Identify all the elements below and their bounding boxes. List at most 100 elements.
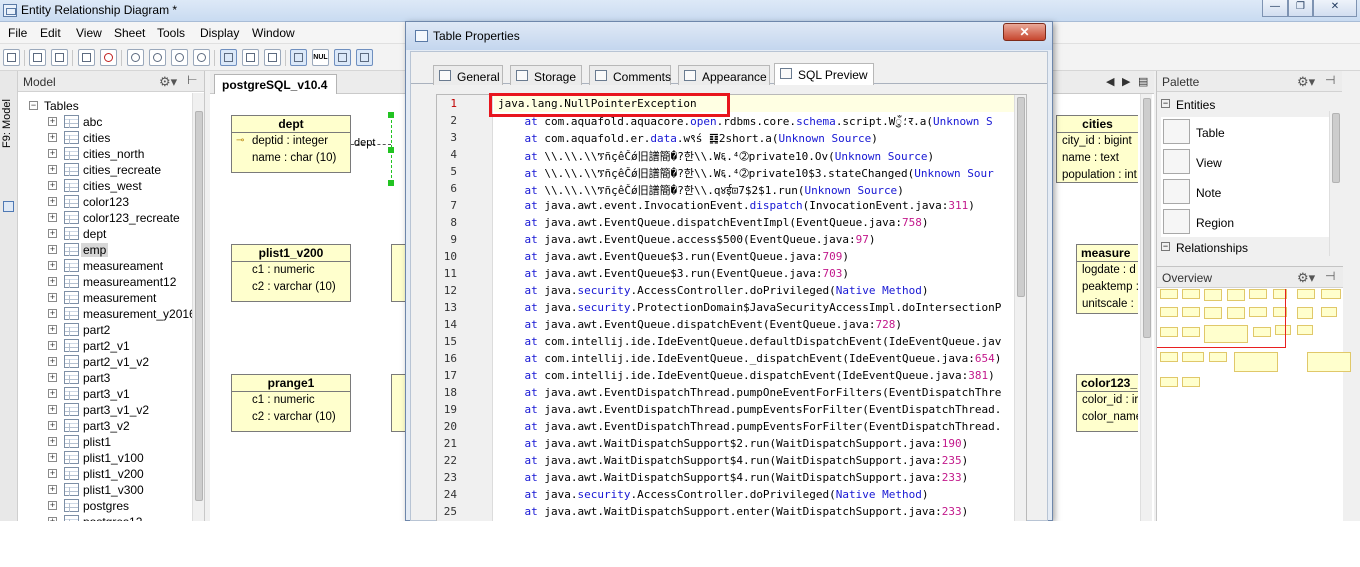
expand-icon[interactable]: + (48, 341, 57, 350)
menu-tools[interactable]: Tools (157, 26, 185, 40)
tree-item-table[interactable]: + cities (18, 130, 193, 146)
expand-icon[interactable]: + (48, 501, 57, 510)
collapse-icon[interactable]: − (1161, 99, 1170, 108)
expand-icon[interactable]: + (48, 469, 57, 478)
tree-item-table[interactable]: + plist1_v200 (18, 466, 193, 482)
show-keys-icon[interactable] (242, 49, 259, 66)
tree-item-table[interactable]: + part3_v1_v2 (18, 402, 193, 418)
expand-icon[interactable]: + (48, 421, 57, 430)
tree-item-table[interactable]: + abc (18, 114, 193, 130)
tree-item-table[interactable]: + cities_west (18, 178, 193, 194)
show-columns-icon[interactable] (220, 49, 237, 66)
show-null-icon[interactable]: NUL (312, 49, 329, 66)
tab-next-icon[interactable]: ▶ (1122, 75, 1130, 88)
tree-item-table[interactable]: + plist1 (18, 434, 193, 450)
menu-display[interactable]: Display (200, 26, 239, 40)
expand-icon[interactable]: + (48, 245, 57, 254)
entity-cities[interactable]: cities city_id : bigint name : text popu… (1056, 115, 1138, 183)
expand-icon[interactable]: + (48, 309, 57, 318)
show-types-icon[interactable] (290, 49, 307, 66)
model-tree-scrollbar[interactable] (192, 93, 204, 521)
expand-icon[interactable]: + (48, 517, 57, 521)
tree-item-table[interactable]: + measurement (18, 290, 193, 306)
zoom-out-icon[interactable] (171, 49, 188, 66)
minimize-panel-icon[interactable]: ⊣ (1325, 269, 1335, 283)
tab-postgresql[interactable]: postgreSQL_v10.4 (214, 74, 337, 94)
page-setup-icon[interactable] (51, 49, 68, 66)
zoom-actual-icon[interactable] (193, 49, 210, 66)
tree-item-table[interactable]: + measureament (18, 258, 193, 274)
expand-icon[interactable]: + (48, 197, 57, 206)
show-indexes-icon[interactable] (356, 49, 373, 66)
diagram-scrollbar[interactable] (1140, 94, 1152, 521)
menu-edit[interactable]: Edit (40, 26, 61, 40)
show-names-icon[interactable] (264, 49, 281, 66)
tree-root-tables[interactable]: − Tables (18, 98, 193, 114)
gear-icon[interactable]: ⚙▾ (1297, 74, 1315, 90)
entity-partial[interactable] (391, 374, 405, 432)
menu-sheet[interactable]: Sheet (114, 26, 145, 40)
tree-item-table[interactable]: + postgres (18, 498, 193, 514)
collapse-icon[interactable]: − (29, 101, 38, 110)
expand-icon[interactable]: + (48, 293, 57, 302)
show-comments-icon[interactable] (334, 49, 351, 66)
print-icon[interactable] (29, 49, 46, 66)
zoom-in-icon[interactable] (149, 49, 166, 66)
palette-item-note[interactable]: Note (1161, 177, 1331, 207)
gear-icon[interactable]: ⚙▾ (159, 74, 177, 90)
expand-icon[interactable]: + (48, 373, 57, 382)
menu-window[interactable]: Window (252, 26, 295, 40)
tree-item-table[interactable]: + part2_v1_v2 (18, 354, 193, 370)
entities-section[interactable]: − Entities (1157, 97, 1343, 114)
palette-item-view[interactable]: View (1161, 147, 1331, 177)
tree-item-table[interactable]: + plist1_v100 (18, 450, 193, 466)
tree-item-table[interactable]: + postgres12 (18, 514, 193, 521)
save-icon[interactable] (3, 49, 20, 66)
maximize-button[interactable]: ❐ (1288, 0, 1313, 17)
entity-partial[interactable] (391, 244, 405, 302)
tab-sql-preview[interactable]: SQL Preview (774, 63, 874, 85)
expand-icon[interactable]: + (48, 405, 57, 414)
relationships-section[interactable]: − Relationships (1157, 240, 1343, 257)
tree-item-table[interactable]: + part2_v1 (18, 338, 193, 354)
expand-icon[interactable]: + (48, 229, 57, 238)
gear-icon[interactable]: ⚙▾ (1297, 270, 1315, 286)
tab-general[interactable]: General (433, 65, 503, 85)
tree-item-table[interactable]: + cities_north (18, 146, 193, 162)
minimize-panel-icon[interactable]: ⊣ (1325, 73, 1335, 87)
menu-view[interactable]: View (76, 26, 102, 40)
scroll-thumb[interactable] (1332, 113, 1340, 183)
expand-icon[interactable]: + (48, 389, 57, 398)
tab-list-icon[interactable]: ▤ (1138, 75, 1148, 88)
expand-icon[interactable]: + (48, 277, 57, 286)
entity-measure[interactable]: measure logdate : d peaktemp : unitscale… (1076, 244, 1138, 314)
expand-icon[interactable]: + (48, 165, 57, 174)
palette-item-region[interactable]: Region (1161, 207, 1331, 237)
stop-icon[interactable] (100, 49, 117, 66)
tree-item-table[interactable]: + part3_v2 (18, 418, 193, 434)
tree-item-table[interactable]: + part3 (18, 370, 193, 386)
expand-icon[interactable]: + (48, 325, 57, 334)
tree-item-table[interactable]: + color123 (18, 194, 193, 210)
tab-appearance[interactable]: Appearance (678, 65, 770, 85)
entity-plist1-v200[interactable]: plist1_v200 c1 : numeric c2 : varchar (1… (231, 244, 351, 302)
expand-icon[interactable]: + (48, 181, 57, 190)
expand-icon[interactable]: + (48, 133, 57, 142)
model-side-tab[interactable]: F9: Model (0, 71, 18, 521)
code-scrollbar[interactable] (1014, 95, 1026, 521)
expand-icon[interactable]: + (48, 117, 57, 126)
tree-item-table[interactable]: + part2 (18, 322, 193, 338)
overview-viewport[interactable] (1157, 289, 1286, 348)
scroll-thumb[interactable] (195, 111, 203, 501)
minimize-button[interactable]: — (1262, 0, 1288, 17)
tree-item-table[interactable]: + cities_recreate (18, 162, 193, 178)
sql-preview-editor[interactable]: 1 2 3 4 5 6 7 8 9 10 11 12 13 14 15 16 17 18 19 20 21 22 23 24 2… (436, 94, 1027, 521)
expand-icon[interactable]: + (48, 357, 57, 366)
expand-icon[interactable]: + (48, 485, 57, 494)
entity-dept[interactable]: dept ⊸ deptid : integer name : char (10) (231, 115, 351, 173)
tab-comments[interactable]: Comments (589, 65, 671, 85)
expand-icon[interactable]: + (48, 261, 57, 270)
tab-storage[interactable]: Storage (510, 65, 582, 85)
menu-file[interactable]: File (8, 26, 27, 40)
tree-item-table[interactable]: + color123_recreate (18, 210, 193, 226)
